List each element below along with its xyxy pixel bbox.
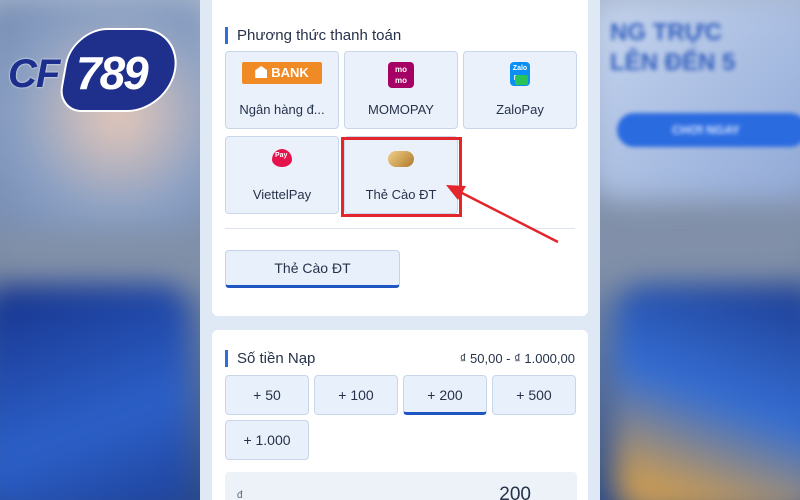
amount-1000-button[interactable]: + 1.000	[225, 420, 309, 460]
logo-prefix: CF	[8, 52, 60, 96]
amount-200-button[interactable]: + 200	[403, 375, 487, 415]
divider	[225, 228, 575, 229]
method-label: Thẻ Cào ĐT	[365, 187, 437, 202]
method-label: ViettelPay	[252, 187, 312, 202]
deposit-amount-panel: Số tiền Nạp ₫ 50,00 - ₫ 1.000,00 + 50 + …	[212, 330, 588, 500]
deposit-column: Phương thức thanh toán BANK Ngân hàng đ.…	[200, 0, 600, 500]
currency-symbol: đ	[237, 490, 243, 500]
payment-method-panel: Phương thức thanh toán BANK Ngân hàng đ.…	[212, 0, 588, 316]
background-promo-text: NG TRỰC LÊN ĐẾN 5	[610, 19, 736, 76]
momo-icon: mo mo	[388, 62, 414, 88]
amount-input-value: 200	[499, 484, 531, 500]
deposit-amount-title: Số tiền Nạp	[225, 350, 315, 367]
method-zalopay[interactable]: Zalo Pay ZaloPay	[463, 51, 577, 129]
amount-50-button[interactable]: + 50	[225, 375, 309, 415]
logo-number: 789	[76, 47, 149, 99]
method-phone-card[interactable]: Thẻ Cào ĐT	[344, 136, 458, 214]
deposit-range: ₫ 50,00 - ₫ 1.000,00	[459, 351, 575, 366]
method-bank[interactable]: BANK Ngân hàng đ...	[225, 51, 339, 129]
cf789-logo: CF 789	[6, 22, 184, 118]
bank-icon: BANK	[242, 62, 322, 84]
amount-input[interactable]: đ 200	[225, 472, 577, 500]
method-label: ZaloPay	[496, 102, 544, 117]
payment-method-title: Phương thức thanh toán	[225, 27, 401, 44]
background-play-button: CHƠI NGAY	[617, 113, 800, 147]
method-label: MOMOPAY	[368, 102, 434, 117]
amount-500-button[interactable]: + 500	[492, 375, 576, 415]
method-viettelpay[interactable]: Pay ViettelPay	[225, 136, 339, 214]
amount-100-button[interactable]: + 100	[314, 375, 398, 415]
method-momopay[interactable]: mo mo MOMOPAY	[344, 51, 458, 129]
phone-card-icon	[388, 151, 414, 167]
method-label: Ngân hàng đ...	[239, 102, 325, 117]
subtab-phone-card[interactable]: Thẻ Cào ĐT	[225, 250, 400, 288]
zalopay-icon: Zalo Pay	[510, 62, 530, 86]
viettelpay-icon: Pay	[270, 147, 294, 169]
